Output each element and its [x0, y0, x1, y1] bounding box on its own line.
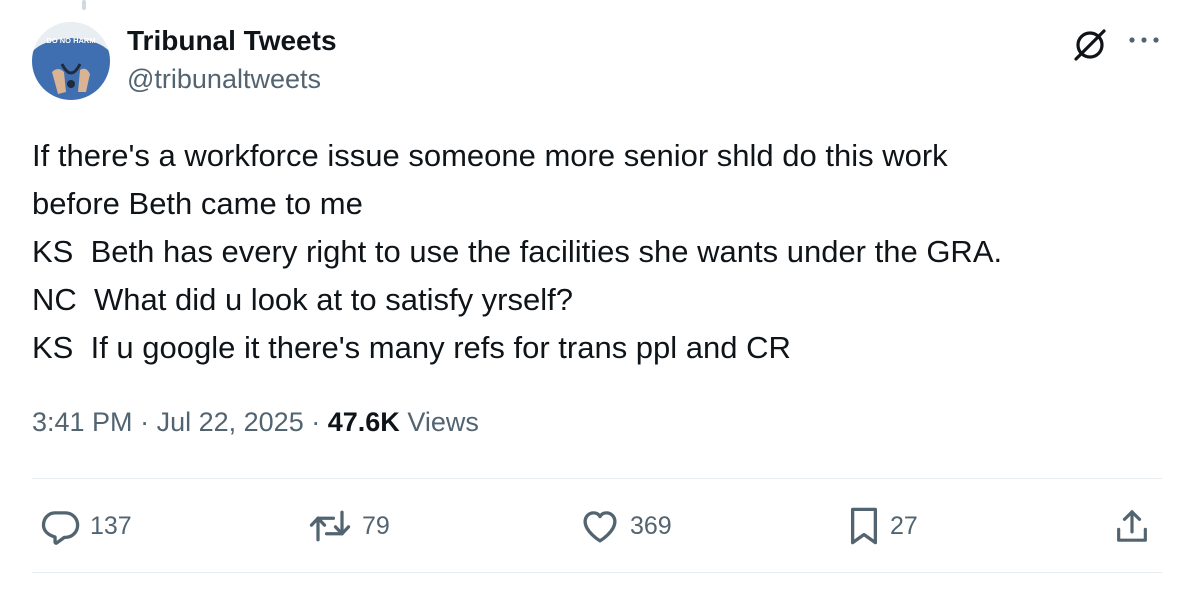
repost-button[interactable]: 79: [306, 505, 390, 547]
divider: [32, 478, 1162, 479]
tweet-meta: 3:41 PM · Jul 22, 2025 · 47.6K Views: [32, 404, 479, 440]
share-icon: [1117, 510, 1147, 542]
tweet-line: If there's a workforce issue someone mor…: [32, 138, 948, 173]
views-count: 47.6K: [327, 407, 400, 437]
tweet-text: If there's a workforce issue someone mor…: [32, 132, 1162, 372]
like-count: 369: [630, 511, 672, 540]
repost-count: 79: [362, 511, 390, 540]
tweet-line: KS Beth has every right to use the facil…: [32, 234, 1003, 269]
reply-button[interactable]: 137: [40, 505, 132, 547]
share-button[interactable]: [1112, 505, 1152, 547]
views-label: Views: [407, 407, 479, 437]
tweet-line: NC What did u look at to satisfy yrself?: [32, 282, 573, 317]
author-block: Tribunal Tweets @tribunaltweets: [127, 24, 337, 96]
avatar-image: DO NO HARM: [32, 22, 110, 100]
like-icon: [583, 511, 617, 543]
tweet-time[interactable]: 3:41 PM: [32, 407, 133, 437]
repost-icon: [309, 510, 351, 542]
grok-icon[interactable]: [1070, 25, 1110, 65]
meta-separator: ·: [311, 407, 321, 437]
bookmark-count: 27: [890, 511, 918, 540]
reply-count: 137: [90, 511, 132, 540]
divider: [32, 572, 1162, 573]
thread-connector-line: [82, 0, 86, 10]
bookmark-button[interactable]: 27: [846, 505, 918, 547]
avatar[interactable]: DO NO HARM: [32, 22, 110, 100]
author-display-name[interactable]: Tribunal Tweets: [127, 24, 337, 58]
more-icon[interactable]: [1126, 28, 1162, 52]
avatar-badge-text: DO NO HARM: [46, 36, 95, 45]
reply-icon: [41, 511, 80, 545]
author-handle[interactable]: @tribunaltweets: [127, 62, 337, 96]
meta-separator: ·: [140, 407, 150, 437]
tweet-line: KS If u google it there's many refs for …: [32, 330, 791, 365]
tweet-line: before Beth came to me: [32, 186, 363, 221]
like-button[interactable]: 369: [578, 505, 672, 547]
bookmark-icon: [850, 507, 878, 545]
tweet-date[interactable]: Jul 22, 2025: [157, 407, 304, 437]
